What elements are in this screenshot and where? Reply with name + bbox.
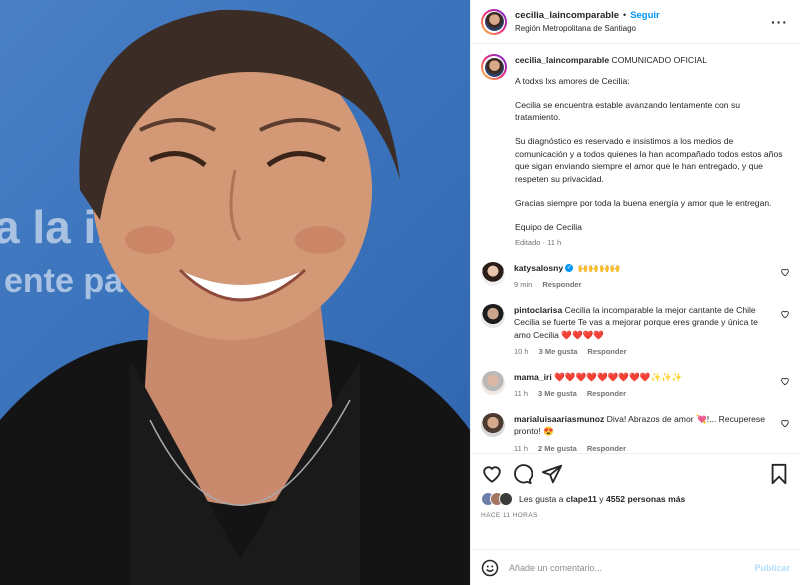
commenter-avatar[interactable] <box>481 303 505 328</box>
likes-middle: y <box>599 494 604 504</box>
post-header: cecilia_laincomparable • Seguir Región M… <box>471 0 800 44</box>
reply-button[interactable]: Responder <box>587 346 626 359</box>
commenter-username[interactable]: katysalosny <box>514 263 563 273</box>
comment-likes[interactable]: 2 Me gusta <box>538 443 577 454</box>
verified-badge-icon: ✓ <box>565 264 574 273</box>
caption-avatar[interactable] <box>481 54 507 80</box>
comments-scroll-area[interactable]: cecilia_laincomparable COMUNICADO OFICIA… <box>471 44 800 453</box>
commenter-username[interactable]: marialuisaariasmunoz <box>514 414 604 424</box>
post-details-panel: cecilia_laincomparable • Seguir Región M… <box>470 0 800 585</box>
likes-user[interactable]: clape11 <box>566 494 597 504</box>
comment-item: marialuisaariasmunoz Diva! Abrazos de am… <box>481 412 790 454</box>
likes-prefix: Les gusta a <box>519 494 564 504</box>
author-avatar[interactable] <box>481 8 507 35</box>
comment-item: mama_iri ❤️❤️❤️❤️❤️❤️❤️❤️❤️✨✨✨ 11 h 3 Me… <box>481 370 790 401</box>
comment-likes[interactable]: 3 Me gusta <box>539 346 578 359</box>
follow-button[interactable]: Seguir <box>630 9 660 22</box>
comment-likes[interactable]: 3 Me gusta <box>538 388 577 401</box>
comment-icon[interactable] <box>511 463 533 485</box>
comment-heart-icon[interactable] <box>780 376 790 386</box>
comment-item: katysalosny ✓ 🙌🙌🙌🙌 9 min Responder <box>481 261 790 292</box>
comment-item: pintoclarisa Cecilia la incomparable la … <box>481 303 790 359</box>
reply-button[interactable]: Responder <box>587 443 626 454</box>
comment-text: ❤️❤️❤️❤️❤️❤️❤️❤️❤️✨✨✨ <box>554 371 683 382</box>
caption-paragraph: A todxs lxs amores de Cecilia: <box>515 75 630 86</box>
caption-paragraph: Su diagnóstico es reservado e insistimos… <box>515 136 783 184</box>
more-options-icon[interactable]: ··· <box>771 14 788 30</box>
post-photo[interactable]: a la in ente pa <box>0 0 470 585</box>
publish-button[interactable]: Publicar <box>754 563 790 573</box>
share-icon[interactable] <box>541 463 563 485</box>
commenter-username[interactable]: mama_iri <box>514 372 552 382</box>
location-link[interactable]: Región Metropolitana de Santiago <box>515 22 660 35</box>
separator-dot: • <box>623 9 627 20</box>
caption-meta: Editado · 11 h <box>515 238 562 247</box>
reply-button[interactable]: Responder <box>542 279 581 292</box>
bookmark-icon[interactable] <box>768 463 790 485</box>
caption-paragraph: Cecilia se encuentra estable avanzando l… <box>515 99 741 123</box>
comment-text: 🙌🙌🙌🙌 <box>577 262 621 273</box>
comment-input[interactable] <box>509 562 755 573</box>
comment-heart-icon[interactable] <box>780 309 790 319</box>
caption-paragraph: Gracias siempre por toda la buena energí… <box>515 197 772 208</box>
reply-button[interactable]: Responder <box>587 388 626 401</box>
emoji-icon[interactable] <box>481 559 499 577</box>
likes-summary: Les gusta a clape11 y 4552 personas más <box>481 492 790 506</box>
post-modal: a la in ente pa cecilia_laincomparable •… <box>0 0 800 585</box>
comment-heart-icon[interactable] <box>780 418 790 428</box>
comment-time[interactable]: 11 h <box>514 388 528 401</box>
commenter-avatar[interactable] <box>481 261 505 286</box>
caption-paragraph: Equipo de Cecilia <box>515 221 582 232</box>
comment-time[interactable]: 9 min <box>514 279 532 292</box>
comment-heart-icon[interactable] <box>780 267 790 277</box>
post-actions: Les gusta a clape11 y 4552 personas más … <box>471 453 800 549</box>
caption-title: COMUNICADO OFICIAL <box>611 55 708 65</box>
commenter-avatar[interactable] <box>481 370 505 395</box>
likers-avatars[interactable] <box>481 492 513 506</box>
portrait-illustration <box>0 9 470 585</box>
commenter-avatar[interactable] <box>481 412 505 437</box>
add-comment-bar: Publicar <box>471 549 800 585</box>
heart-icon[interactable] <box>481 463 503 485</box>
caption-username[interactable]: cecilia_laincomparable <box>515 55 609 65</box>
post-caption: cecilia_laincomparable COMUNICADO OFICIA… <box>481 54 790 250</box>
comment-time[interactable]: 10 h <box>514 346 529 359</box>
author-username[interactable]: cecilia_laincomparable <box>515 9 619 22</box>
commenter-username[interactable]: pintoclarisa <box>514 305 562 315</box>
likes-count[interactable]: 4552 personas más <box>606 494 685 504</box>
comment-time[interactable]: 11 h <box>514 443 528 454</box>
posted-time[interactable]: HACE 11 HORAS <box>481 512 790 519</box>
